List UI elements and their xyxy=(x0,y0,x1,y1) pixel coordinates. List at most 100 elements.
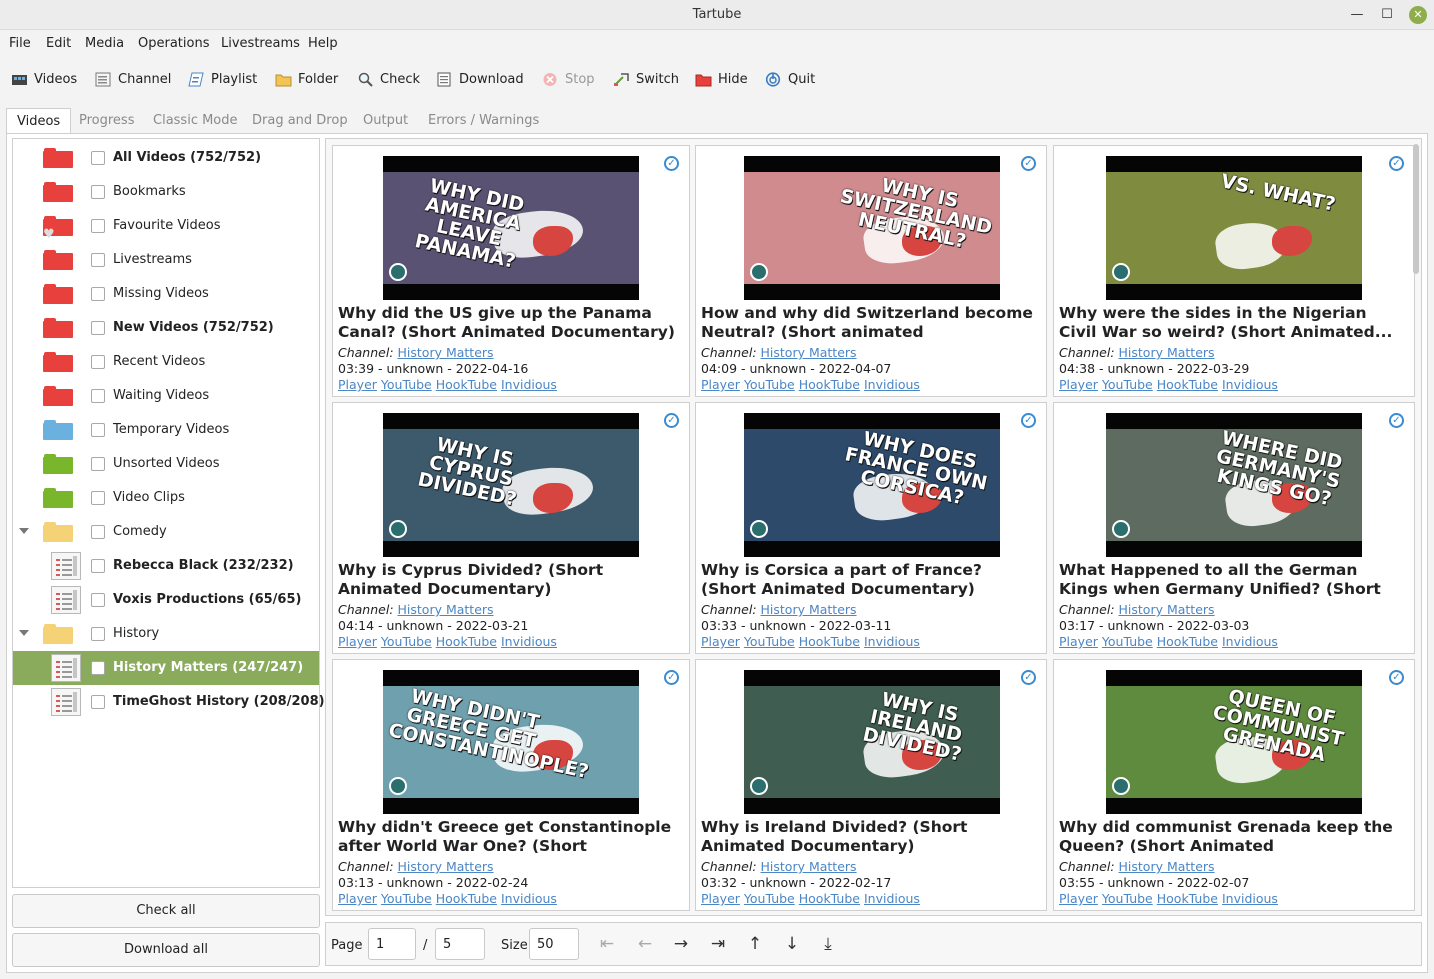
check-button[interactable]: Check xyxy=(357,69,420,89)
youtube-link[interactable]: YouTube xyxy=(744,377,795,392)
minimize-icon[interactable]: — xyxy=(1348,6,1366,24)
video-thumbnail[interactable]: Why does France own Corsica? xyxy=(744,413,1000,557)
tab-output[interactable]: Output xyxy=(363,108,408,134)
tree-checkbox[interactable] xyxy=(91,661,105,675)
tree-item[interactable]: Rebecca Black (232/232) xyxy=(13,549,319,583)
scroll-up-icon[interactable]: ↑ xyxy=(744,933,766,955)
hooktube-link[interactable]: HookTube xyxy=(799,634,860,649)
menu-livestreams[interactable]: Livestreams xyxy=(221,36,300,51)
video-thumbnail[interactable]: Why is Ireland Divided? xyxy=(744,670,1000,814)
tree-checkbox[interactable] xyxy=(91,559,105,573)
size-input[interactable]: 50 xyxy=(529,928,579,960)
tree-checkbox[interactable] xyxy=(91,457,105,471)
channel-link[interactable]: History Matters xyxy=(761,602,857,617)
youtube-link[interactable]: YouTube xyxy=(1102,377,1153,392)
tree-item[interactable]: History xyxy=(13,617,319,651)
folder-button[interactable]: Folder xyxy=(275,69,338,89)
youtube-link[interactable]: YouTube xyxy=(744,891,795,906)
video-thumbnail[interactable]: Why is Switzerland Neutral? xyxy=(744,156,1000,300)
playlist-button[interactable]: Playlist xyxy=(188,69,257,89)
youtube-link[interactable]: YouTube xyxy=(744,634,795,649)
hooktube-link[interactable]: HookTube xyxy=(436,891,497,906)
invidious-link[interactable]: Invidious xyxy=(1222,634,1278,649)
hooktube-link[interactable]: HookTube xyxy=(799,377,860,392)
tree-item[interactable]: History Matters (247/247) xyxy=(13,651,319,685)
menu-file[interactable]: File xyxy=(9,36,31,51)
invidious-link[interactable]: Invidious xyxy=(864,377,920,392)
tree-item[interactable]: Voxis Productions (65/65) xyxy=(13,583,319,617)
checked-icon[interactable]: ✓ xyxy=(1021,670,1036,685)
hide-button[interactable]: Hide xyxy=(695,69,748,89)
player-link[interactable]: Player xyxy=(338,377,377,392)
tab-progress[interactable]: Progress xyxy=(79,108,134,134)
expander-arrow-icon[interactable] xyxy=(19,630,29,636)
expander-arrow-icon[interactable] xyxy=(19,528,29,534)
channel-link[interactable]: History Matters xyxy=(761,345,857,360)
checked-icon[interactable]: ✓ xyxy=(1389,670,1404,685)
scroll-bottom-icon[interactable]: ⤓ xyxy=(817,933,839,955)
video-thumbnail[interactable]: Why didn't Greece get Constantinople? xyxy=(383,670,639,814)
tree-checkbox[interactable] xyxy=(91,423,105,437)
menu-media[interactable]: Media xyxy=(85,36,124,51)
close-icon[interactable]: ✕ xyxy=(1409,6,1427,24)
tree-checkbox[interactable] xyxy=(91,321,105,335)
tree-item[interactable]: TimeGhost History (208/208) xyxy=(13,685,325,719)
invidious-link[interactable]: Invidious xyxy=(501,377,557,392)
first-page-icon[interactable]: ⇤ xyxy=(596,933,618,955)
hooktube-link[interactable]: HookTube xyxy=(436,377,497,392)
player-link[interactable]: Player xyxy=(1059,634,1098,649)
tree-item[interactable]: Video Clips xyxy=(13,481,319,515)
last-page-icon[interactable]: ⇥ xyxy=(707,933,729,955)
invidious-link[interactable]: Invidious xyxy=(501,634,557,649)
channel-link[interactable]: History Matters xyxy=(761,859,857,874)
tab-errors-warnings[interactable]: Errors / Warnings xyxy=(428,108,539,134)
youtube-link[interactable]: YouTube xyxy=(381,634,432,649)
player-link[interactable]: Player xyxy=(701,634,740,649)
invidious-link[interactable]: Invidious xyxy=(864,891,920,906)
video-card[interactable]: Where did Germany's Kings go? ✓ What Happe… xyxy=(1053,402,1415,654)
hooktube-link[interactable]: HookTube xyxy=(1157,634,1218,649)
next-page-icon[interactable]: → xyxy=(670,933,692,955)
tree-checkbox[interactable] xyxy=(91,151,105,165)
tree-checkbox[interactable] xyxy=(91,287,105,301)
channel-link[interactable]: History Matters xyxy=(398,859,494,874)
tree-item[interactable]: ♥ Favourite Videos xyxy=(13,209,319,243)
download-all-button[interactable]: Download all xyxy=(12,933,320,967)
player-link[interactable]: Player xyxy=(338,891,377,906)
video-thumbnail[interactable]: Vs. What? xyxy=(1106,156,1362,300)
menu-edit[interactable]: Edit xyxy=(46,36,71,51)
stop-button[interactable]: Stop xyxy=(542,69,595,89)
tree-checkbox[interactable] xyxy=(91,389,105,403)
player-link[interactable]: Player xyxy=(1059,377,1098,392)
tree-item[interactable]: Livestreams xyxy=(13,243,319,277)
tree-checkbox[interactable] xyxy=(91,525,105,539)
channel-link[interactable]: History Matters xyxy=(1119,859,1215,874)
checked-icon[interactable]: ✓ xyxy=(1389,413,1404,428)
invidious-link[interactable]: Invidious xyxy=(864,634,920,649)
switch-button[interactable]: Switch xyxy=(613,69,679,89)
youtube-link[interactable]: YouTube xyxy=(1102,634,1153,649)
checked-icon[interactable]: ✓ xyxy=(664,413,679,428)
tree-checkbox[interactable] xyxy=(91,219,105,233)
video-card[interactable]: Vs. What? ✓ Why were the sides in the Nige… xyxy=(1053,145,1415,397)
tree-checkbox[interactable] xyxy=(91,627,105,641)
hooktube-link[interactable]: HookTube xyxy=(436,634,497,649)
channel-link[interactable]: History Matters xyxy=(1119,345,1215,360)
channel-link[interactable]: History Matters xyxy=(398,602,494,617)
channel-link[interactable]: History Matters xyxy=(398,345,494,360)
scroll-down-icon[interactable]: ↓ xyxy=(781,933,803,955)
menu-operations[interactable]: Operations xyxy=(138,36,209,51)
invidious-link[interactable]: Invidious xyxy=(1222,891,1278,906)
hooktube-link[interactable]: HookTube xyxy=(1157,377,1218,392)
hooktube-link[interactable]: HookTube xyxy=(799,891,860,906)
video-thumbnail[interactable]: Why did America leave Panama? xyxy=(383,156,639,300)
invidious-link[interactable]: Invidious xyxy=(501,891,557,906)
video-card[interactable]: Why is Switzerland Neutral? ✓ How and why … xyxy=(695,145,1047,397)
tree-checkbox[interactable] xyxy=(91,253,105,267)
tree-item[interactable]: Recent Videos xyxy=(13,345,319,379)
grid-scrollbar[interactable] xyxy=(1413,144,1419,274)
youtube-link[interactable]: YouTube xyxy=(381,891,432,906)
video-card[interactable]: Queen of Communist Grenada ✓ Why did commu… xyxy=(1053,659,1415,911)
video-thumbnail[interactable]: Why is Cyprus Divided? xyxy=(383,413,639,557)
video-card[interactable]: Why is Cyprus Divided? ✓ Why is Cyprus Div… xyxy=(332,402,690,654)
